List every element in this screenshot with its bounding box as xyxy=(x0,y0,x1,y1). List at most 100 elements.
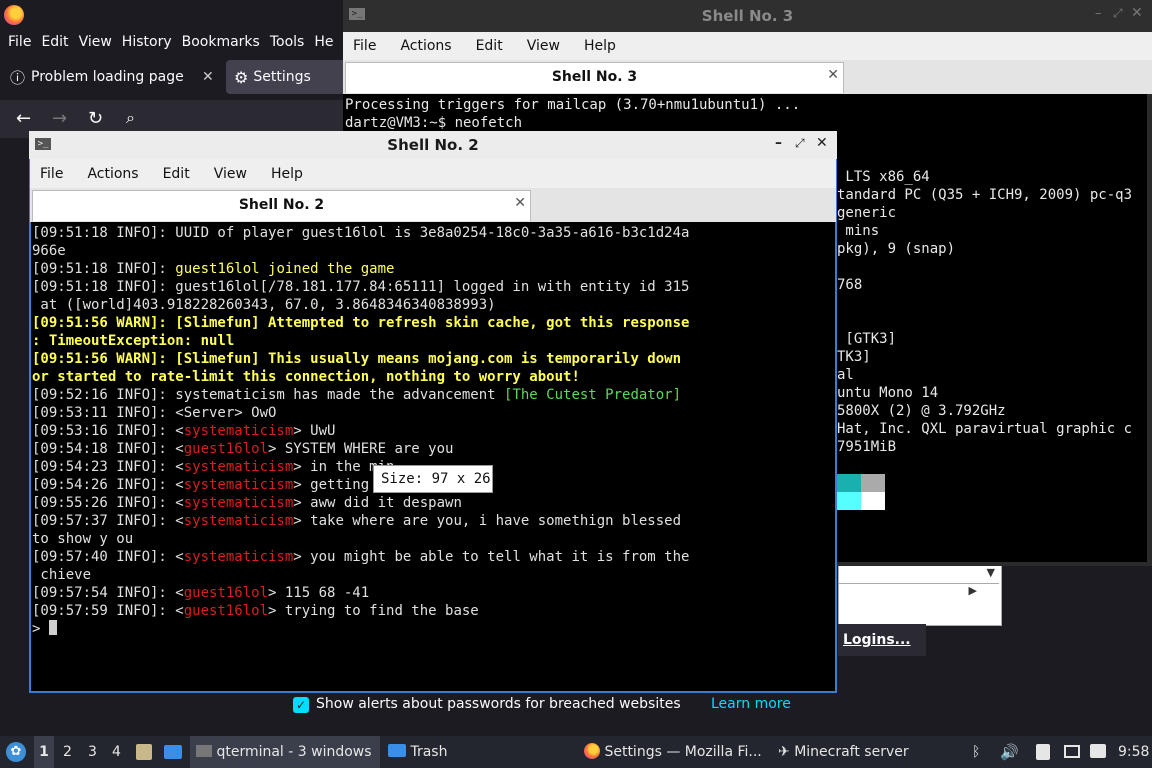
app-menu-icon[interactable]: ✿ xyxy=(6,742,26,762)
menu-file[interactable]: File xyxy=(40,166,63,182)
terminal-line: Processing triggers for mailcap (3.70+nm… xyxy=(345,97,801,113)
bluetooth-icon[interactable]: ᛒ xyxy=(972,736,980,768)
warning-icon: ⓘ xyxy=(10,68,26,87)
log-line: chieve xyxy=(32,567,92,583)
taskbar: ✿ 1 2 3 4 qterminal - 3 windows Trash Se… xyxy=(0,736,1152,768)
taskbar-label: qterminal - 3 windows xyxy=(216,744,372,760)
network-icon[interactable] xyxy=(1064,745,1080,758)
maximize-icon[interactable]: ⤢ xyxy=(1113,6,1123,21)
taskbar-qterminal[interactable]: qterminal - 3 windows xyxy=(190,736,380,768)
menu-actions[interactable]: Actions xyxy=(400,38,451,54)
shell2-terminal[interactable]: [09:51:18 INFO]: UUID of player guest16l… xyxy=(31,222,835,691)
learn-more-link[interactable]: Learn more xyxy=(711,696,791,712)
shell2-tabbar: Shell No. 2 ✕ xyxy=(30,188,836,222)
log-line: [09:51:18 INFO]: UUID of player guest16l… xyxy=(32,225,690,241)
taskbar-label: Minecraft server xyxy=(794,744,909,760)
show-desktop-icon[interactable] xyxy=(164,745,182,759)
log-line: [09:57:54 INFO]: <guest16lol> 115 68 -41 xyxy=(32,585,370,601)
log-line: [09:53:16 INFO]: <systematicism> UwU xyxy=(32,423,336,439)
tab-close-icon[interactable]: ✕ xyxy=(202,69,214,85)
shell2-titlebar[interactable]: >_ Shell No. 2 – ⤢ ✕ xyxy=(29,131,837,159)
logins-button[interactable]: Logins... xyxy=(838,624,926,656)
console-prompt[interactable]: > xyxy=(32,620,57,638)
terminal-line: 7951MiB xyxy=(837,439,897,455)
log-line-warn: [09:51:56 WARN]: [Slimefun] Attempted to… xyxy=(32,315,690,331)
breach-alerts-checkbox[interactable]: ✓ xyxy=(293,697,309,713)
taskbar-trash[interactable]: Trash xyxy=(388,736,447,768)
minimize-icon[interactable]: – xyxy=(775,135,782,151)
terminal-line: mins xyxy=(837,223,880,239)
chevron-right-icon[interactable]: ▶ xyxy=(969,584,977,597)
terminal-line: al xyxy=(837,367,854,383)
log-line-warn: or started to rate-limit this connection… xyxy=(32,369,580,385)
workspace-1[interactable]: 1 xyxy=(34,736,54,768)
log-line: [09:54:23 INFO]: <systematicism> in the … xyxy=(32,459,395,475)
ff-menu-help[interactable]: He xyxy=(314,34,333,50)
menu-help[interactable]: Help xyxy=(584,38,616,54)
shell3-title: Shell No. 3 xyxy=(701,7,794,25)
gear-icon: ⚙ xyxy=(234,67,249,87)
ff-menu-bookmarks[interactable]: Bookmarks xyxy=(182,34,260,50)
back-icon[interactable]: ← xyxy=(16,108,31,129)
workspace-3[interactable]: 3 xyxy=(88,736,97,768)
terminal-line: untu Mono 14 xyxy=(837,385,939,401)
menu-edit[interactable]: Edit xyxy=(476,38,503,54)
taskbar-firefox[interactable]: Settings — Mozilla Fi... xyxy=(584,736,762,768)
log-line: [09:54:26 INFO]: <systematicism> getting… xyxy=(32,477,387,493)
file-manager-icon[interactable] xyxy=(136,744,152,760)
tab-shell2[interactable]: Shell No. 2 ✕ xyxy=(32,190,531,221)
ff-menu-tools[interactable]: Tools xyxy=(270,34,305,50)
tab-label: Shell No. 3 xyxy=(551,69,638,85)
menu-actions[interactable]: Actions xyxy=(87,166,138,182)
ff-menu-file[interactable]: File xyxy=(8,34,31,50)
clipboard-icon[interactable] xyxy=(1036,744,1050,760)
volume-icon[interactable]: 🔊 xyxy=(1000,736,1019,768)
close-icon[interactable]: ✕ xyxy=(816,135,828,151)
tab-settings[interactable]: ⚙ Settings xyxy=(226,60,345,94)
tab-shell3[interactable]: Shell No. 3 ✕ xyxy=(345,62,844,93)
ff-menu-edit[interactable]: Edit xyxy=(41,34,68,50)
menu-file[interactable]: File xyxy=(353,38,376,54)
tab-close-icon[interactable]: ✕ xyxy=(827,67,839,83)
close-icon[interactable]: ✕ xyxy=(1131,5,1143,21)
firefox-icon xyxy=(584,743,600,759)
workspace-4[interactable]: 4 xyxy=(112,736,121,768)
color-block xyxy=(837,492,861,510)
ff-menu-view[interactable]: View xyxy=(79,34,112,50)
tab-label: Settings xyxy=(253,69,311,85)
menu-help[interactable]: Help xyxy=(271,166,303,182)
menu-view[interactable]: View xyxy=(214,166,247,182)
firefox-menubar: File Edit View History Bookmarks Tools H… xyxy=(0,30,345,54)
color-block xyxy=(861,492,885,510)
terminal-line: tandard PC (Q35 + ICH9, 2009) pc-q3 xyxy=(837,187,1133,203)
menu-view[interactable]: View xyxy=(527,38,560,54)
tab-problem-loading[interactable]: ⓘ Problem loading page ✕ xyxy=(0,60,224,94)
menu-edit[interactable]: Edit xyxy=(163,166,190,182)
taskbar-minecraft[interactable]: ✈ Minecraft server xyxy=(778,736,909,768)
firefox-tabstrip: ⓘ Problem loading page ✕ ⚙ Settings xyxy=(0,58,345,96)
log-line: [09:52:16 INFO]: systematicism has made … xyxy=(32,387,682,403)
terminal-line: TK3] xyxy=(837,349,871,365)
shell3-menubar: File Actions Edit View Help xyxy=(343,32,1152,60)
forward-icon[interactable]: → xyxy=(52,108,67,129)
shell2-menubar: File Actions Edit View Help xyxy=(30,159,836,188)
firefox-settings-listbox[interactable]: ▼ ▶ xyxy=(838,564,1002,626)
minimize-icon[interactable]: – xyxy=(1095,6,1102,21)
firefox-logo-icon xyxy=(4,5,24,25)
shell3-tabbar: Shell No. 3 ✕ xyxy=(343,60,1152,94)
terminal-line: [GTK3] xyxy=(837,331,897,347)
tab-close-icon[interactable]: ✕ xyxy=(514,195,526,211)
chevron-down-icon[interactable]: ▼ xyxy=(987,566,995,579)
firefox-titlebar xyxy=(0,0,345,30)
log-line: [09:53:11 INFO]: <Server> OwO xyxy=(32,405,277,421)
log-line: [09:55:26 INFO]: <systematicism> aww did… xyxy=(32,495,462,511)
ff-menu-history[interactable]: History xyxy=(122,34,172,50)
notification-icon[interactable] xyxy=(1090,744,1106,758)
shell3-titlebar[interactable]: >_ Shell No. 3 – ⤢ ✕ xyxy=(343,0,1152,32)
log-line: [09:57:59 INFO]: <guest16lol> trying to … xyxy=(32,603,479,619)
search-icon[interactable]: ⌕ xyxy=(126,108,135,128)
log-line: [09:51:18 INFO]: guest16lol[/78.181.177.… xyxy=(32,279,690,295)
workspace-2[interactable]: 2 xyxy=(63,736,72,768)
maximize-icon[interactable]: ⤢ xyxy=(795,136,805,151)
reload-icon[interactable]: ↻ xyxy=(88,108,103,129)
